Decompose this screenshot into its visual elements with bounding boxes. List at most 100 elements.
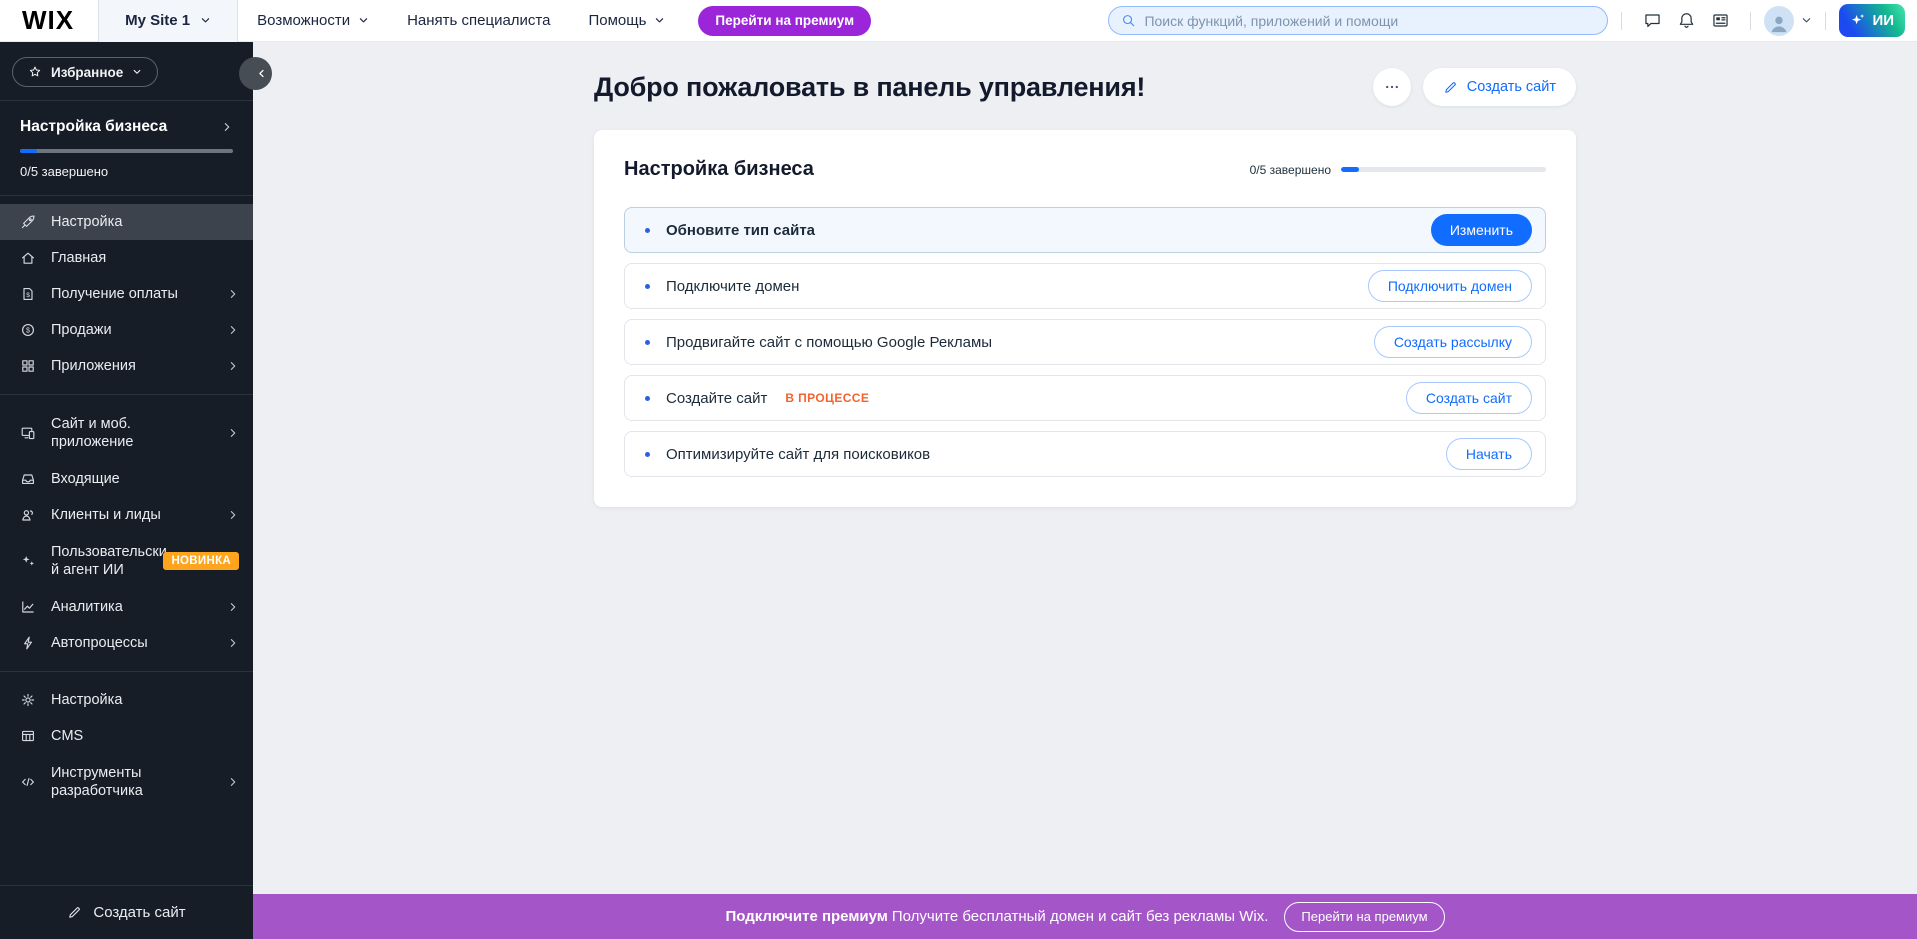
task-list: Обновите тип сайта Изменить Подключите дом… xyxy=(624,207,1546,477)
sidebar-item[interactable]: $Получение оплаты xyxy=(0,276,253,312)
new-badge: НОВИНКА xyxy=(163,552,239,570)
sidebar-item-label: Аналитика xyxy=(51,598,123,616)
sidebar-item[interactable]: Настройка xyxy=(0,682,253,718)
task-action-button[interactable]: Изменить xyxy=(1431,214,1532,246)
task-action-button[interactable]: Подключить домен xyxy=(1368,270,1532,302)
topbar-right: ИИ xyxy=(1108,4,1917,38)
task-status-badge: В ПРОЦЕССЕ xyxy=(785,391,869,405)
sidebar-item[interactable]: Аналитика xyxy=(0,589,253,625)
more-actions-button[interactable] xyxy=(1373,68,1411,106)
chevron-right-icon xyxy=(227,288,239,300)
rocket-icon xyxy=(20,214,36,230)
sidebar-item-label: Получение оплаты xyxy=(51,285,178,303)
nav-hire-specialist[interactable]: Нанять специалиста xyxy=(388,12,569,29)
wix-dashboard: WIX My Site 1 Возможности Нанять специал… xyxy=(0,0,1917,939)
account-menu-button[interactable] xyxy=(1764,6,1812,36)
card-progress-label: 0/5 завершено xyxy=(1250,163,1331,177)
home-icon xyxy=(20,250,36,266)
chat-button[interactable] xyxy=(1635,4,1669,38)
updates-button[interactable] xyxy=(1703,4,1737,38)
chevron-right-icon xyxy=(227,601,239,613)
task-action-button[interactable]: Начать xyxy=(1446,438,1532,470)
inbox-icon xyxy=(20,471,36,487)
chevron-down-icon xyxy=(358,15,369,26)
sidebar-item[interactable]: Входящие xyxy=(0,461,253,497)
top-bar: WIX My Site 1 Возможности Нанять специал… xyxy=(0,0,1917,42)
search-icon xyxy=(1121,13,1136,28)
sidebar-collapse-button[interactable] xyxy=(239,57,272,90)
sidebar-progress-bar xyxy=(20,149,233,153)
nav-label: Возможности xyxy=(257,12,350,29)
upgrade-premium-button[interactable]: Перейти на премиум xyxy=(698,6,871,36)
sidebar-item[interactable]: Приложения xyxy=(0,348,253,384)
task-row[interactable]: Обновите тип сайта Изменить xyxy=(624,207,1546,253)
task-label: Обновите тип сайта xyxy=(666,222,815,239)
svg-text:$: $ xyxy=(26,328,30,335)
task-row[interactable]: Продвигайте сайт с помощью Google Реклам… xyxy=(624,319,1546,365)
card-title: Настройка бизнеса xyxy=(624,158,814,181)
sidebar-progress-fill xyxy=(20,149,37,153)
task-action-button[interactable]: Создать сайт xyxy=(1406,382,1532,414)
sidebar-item[interactable]: Настройка xyxy=(0,204,253,240)
favorites-label: Избранное xyxy=(51,65,123,80)
sidebar-item[interactable]: Инструменты разработчика xyxy=(0,754,253,810)
sidebar-item-label: Автопроцессы xyxy=(51,634,148,652)
sidebar: Избранное Настройка бизнеса 0/5 завершен… xyxy=(0,42,253,939)
sidebar-item[interactable]: Главная xyxy=(0,240,253,276)
task-label: Подключите домен xyxy=(666,278,799,295)
chevron-right-icon xyxy=(227,360,239,372)
banner-premium-button[interactable]: Перейти на премиум xyxy=(1284,902,1444,932)
create-site-button[interactable]: Создать сайт xyxy=(1423,68,1576,106)
sidebar-item[interactable]: Пользовательский агент ИИНОВИНКА xyxy=(0,533,253,589)
ai-assistant-button[interactable]: ИИ xyxy=(1839,4,1905,37)
page-title: Добро пожаловать в панель управления! xyxy=(594,72,1145,103)
sidebar-item-label: Главная xyxy=(51,249,106,267)
sidebar-item[interactable]: Автопроцессы xyxy=(0,625,253,661)
task-row[interactable]: Подключите домен Подключить домен xyxy=(624,263,1546,309)
business-setup-panel[interactable]: Настройка бизнеса 0/5 завершено xyxy=(0,101,253,195)
sidebar-item-label: Продажи xyxy=(51,321,112,339)
card-progress-bar xyxy=(1341,167,1546,172)
task-row[interactable]: Создайте сайтВ ПРОЦЕССЕСоздать сайт xyxy=(624,375,1546,421)
bell-icon xyxy=(1677,11,1696,30)
banner-bold-text: Подключите премиум xyxy=(725,908,887,925)
task-action-button[interactable]: Создать рассылку xyxy=(1374,326,1532,358)
business-setup-title: Настройка бизнеса xyxy=(20,118,167,136)
pencil-icon xyxy=(1443,80,1458,95)
nav-help[interactable]: Помощь xyxy=(569,12,684,29)
chevron-down-icon xyxy=(200,15,211,26)
avatar xyxy=(1764,6,1794,36)
sidebar-item[interactable]: $ Продажи xyxy=(0,312,253,348)
sidebar-item-label: Приложения xyxy=(51,357,136,375)
sidebar-item[interactable]: CMS xyxy=(0,718,253,754)
chevron-right-icon xyxy=(227,427,239,439)
site-selector[interactable]: My Site 1 xyxy=(98,0,238,42)
cms-icon xyxy=(20,728,36,744)
wand-icon xyxy=(20,553,36,569)
task-bullet-icon xyxy=(645,228,650,233)
analytics-icon xyxy=(20,599,36,615)
sidebar-progress-label: 0/5 завершено xyxy=(20,164,233,179)
ai-button-label: ИИ xyxy=(1872,12,1894,29)
task-row[interactable]: Оптимизируйте сайт для поисковиковНачать xyxy=(624,431,1546,477)
business-setup-card: Настройка бизнеса 0/5 завершено Обновите… xyxy=(594,130,1576,507)
favorites-dropdown[interactable]: Избранное xyxy=(12,57,158,87)
wix-logo[interactable]: WIX xyxy=(0,5,98,36)
notifications-button[interactable] xyxy=(1669,4,1703,38)
card-header: Настройка бизнеса 0/5 завершено xyxy=(624,158,1546,181)
premium-banner: Подключите премиум Получите бесплатный до… xyxy=(253,894,1917,939)
pencil-icon xyxy=(67,905,82,920)
sidebar-divider xyxy=(0,671,253,672)
search-input[interactable] xyxy=(1144,13,1595,29)
devices-icon xyxy=(20,425,36,441)
sidebar-item[interactable]: Клиенты и лиды xyxy=(0,497,253,533)
banner-text: Подключите премиум Получите бесплатный до… xyxy=(725,908,1268,925)
sidebar-create-site-button[interactable]: Создать сайт xyxy=(0,885,253,939)
banner-regular-text: Получите бесплатный домен и сайт без рек… xyxy=(892,908,1269,925)
nav-opportunities[interactable]: Возможности xyxy=(238,12,388,29)
sidebar-item[interactable]: Сайт и моб. приложение xyxy=(0,405,253,461)
task-label: Продвигайте сайт с помощью Google Реклам… xyxy=(666,334,992,351)
task-bullet-icon xyxy=(645,284,650,289)
chevron-left-icon xyxy=(256,68,267,79)
sidebar-item-label: Настройка xyxy=(51,213,122,231)
